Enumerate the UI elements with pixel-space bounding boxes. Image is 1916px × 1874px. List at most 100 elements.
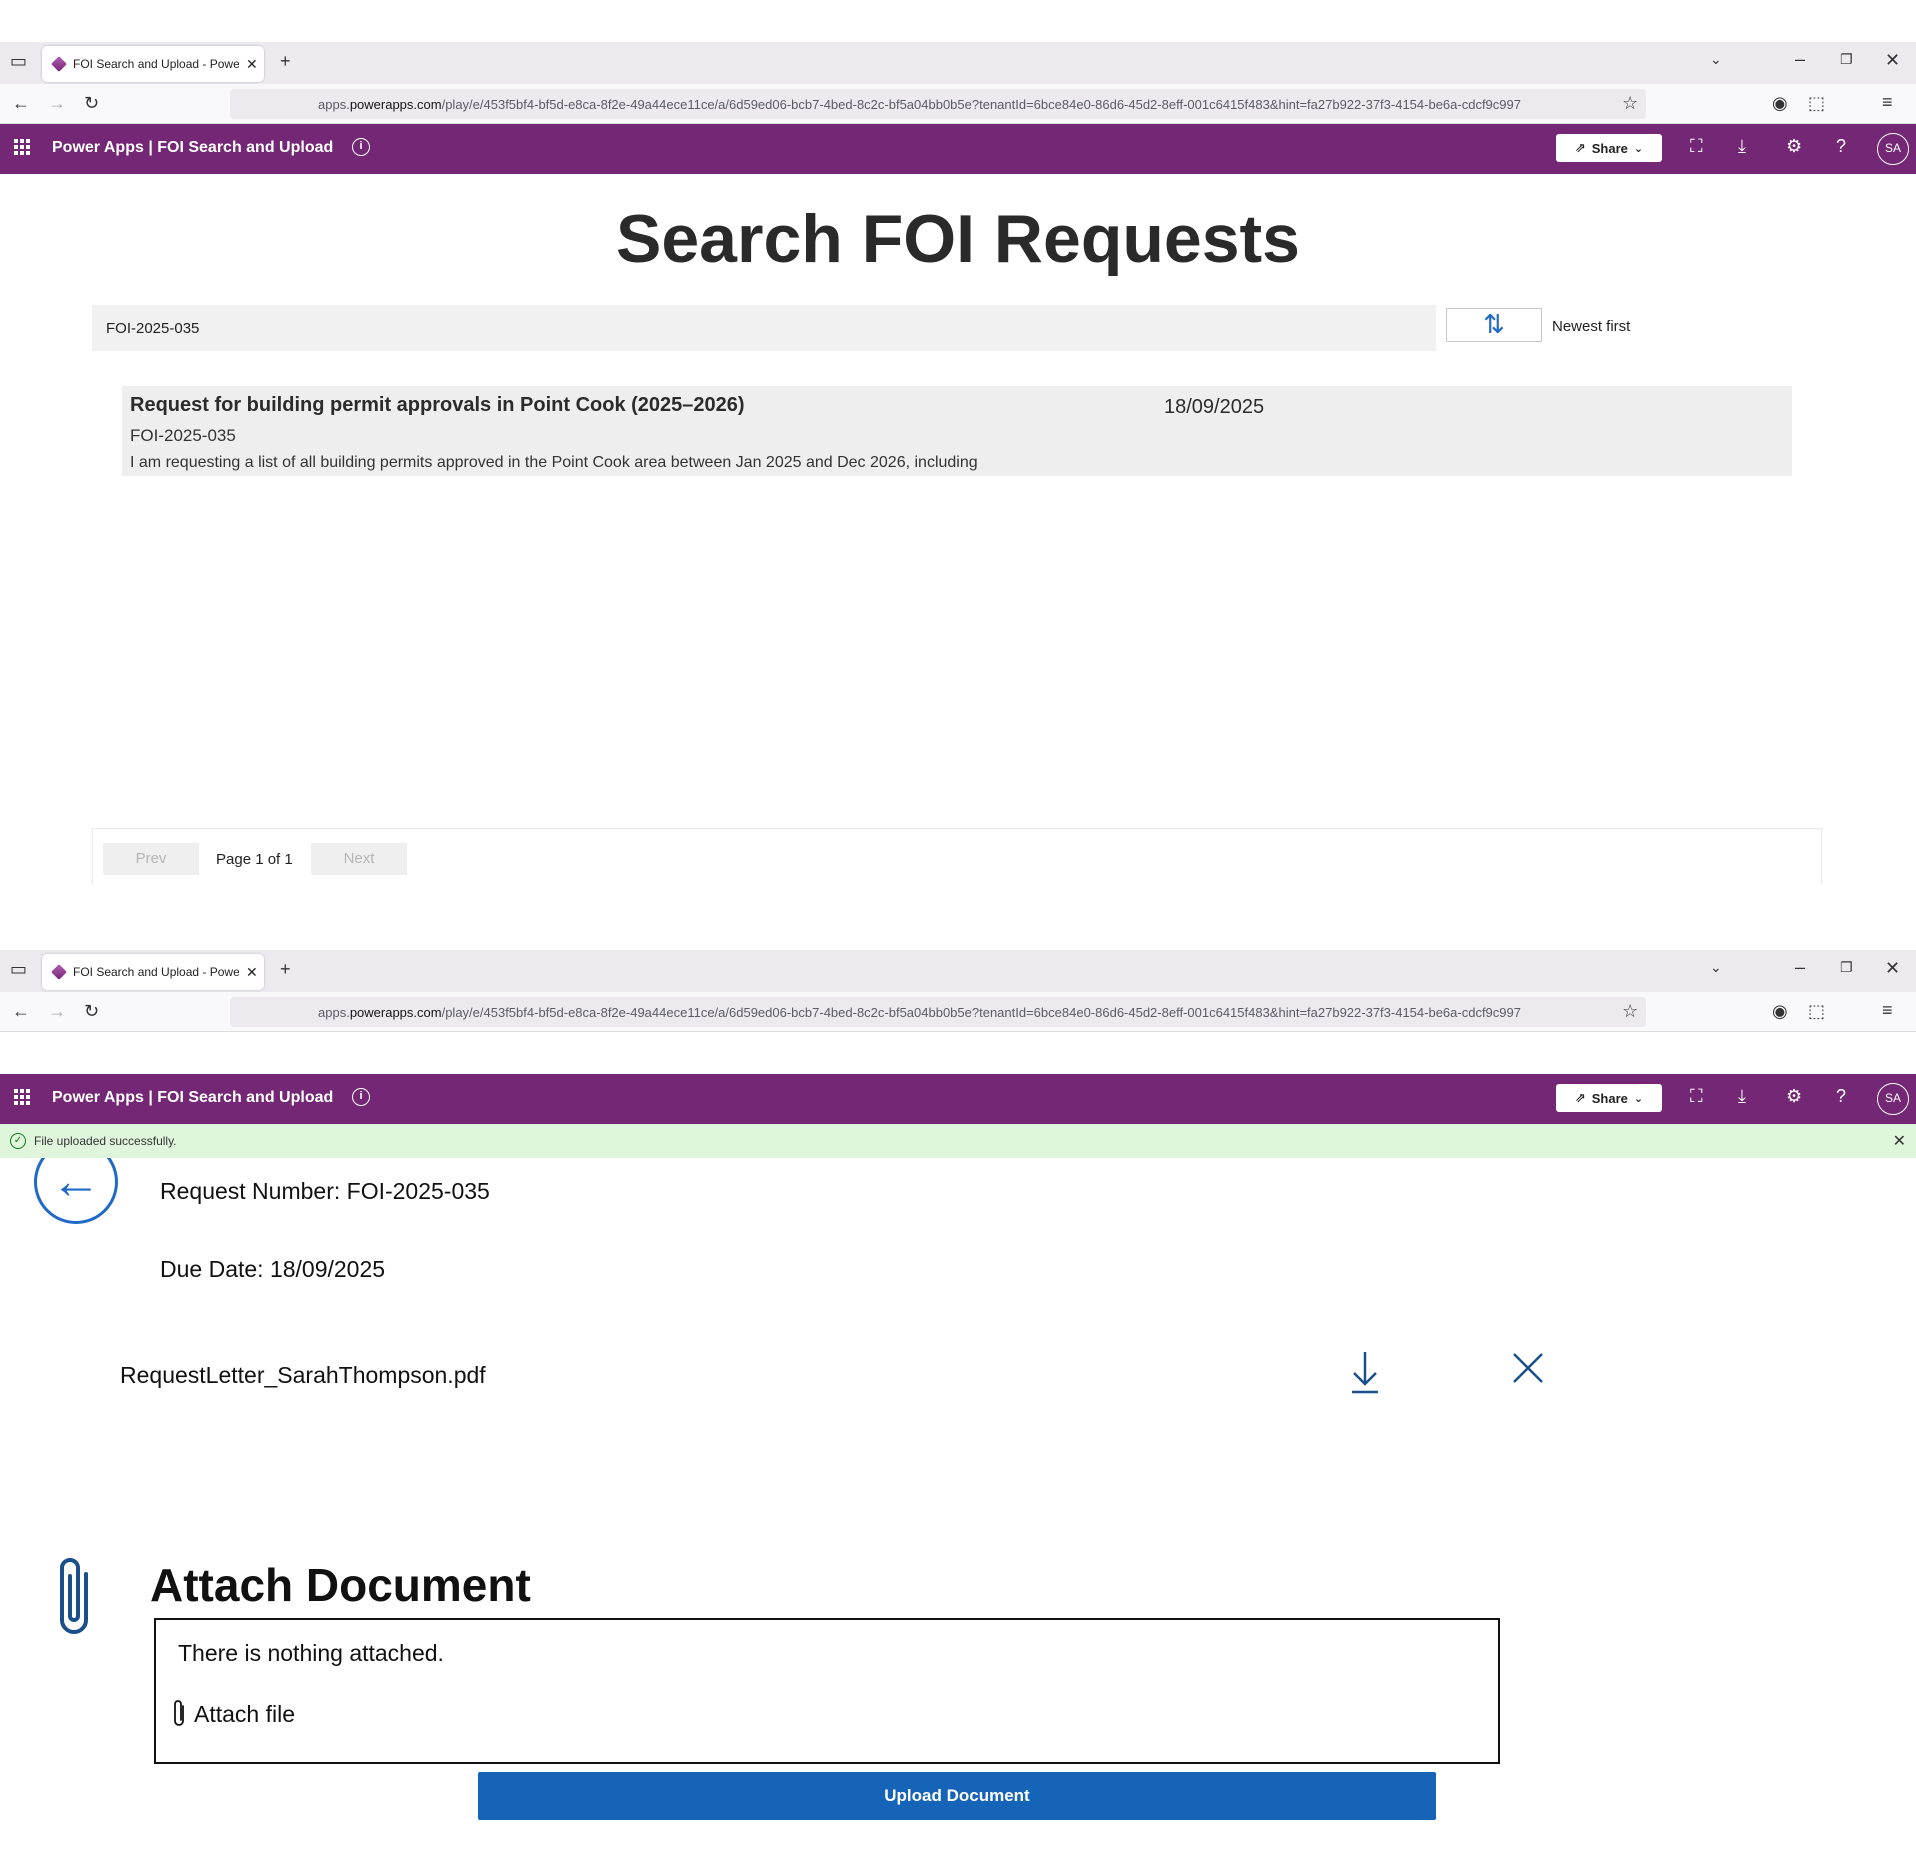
paperclip-icon (60, 1558, 88, 1634)
new-tab-icon[interactable]: + (280, 52, 291, 70)
request-number: Request Number: FOI-2025-035 (160, 1178, 490, 1204)
browser-tab-bar: ▭ FOI Search and Upload - Power ✕ + ⌄ – … (0, 950, 1916, 992)
menu-icon[interactable]: ≡ (1882, 1001, 1893, 1019)
page-indicator: Page 1 of 1 (216, 851, 293, 868)
address-bar[interactable]: apps. powerapps.com/play/e/453f5bf4-bf5d-… (230, 997, 1646, 1027)
browser-nav-bar: ← → ↻ apps. powerapps.com/play/e/453f5bf4… (0, 992, 1916, 1032)
url-host: powerapps.com (349, 96, 442, 112)
powerapps-header: Power Apps | FOI Search and Upload i ⇗ S… (0, 124, 1916, 174)
remove-file-icon[interactable] (1512, 1352, 1544, 1384)
restore-icon[interactable]: ❐ (1840, 52, 1853, 66)
url-prefix: apps. (318, 1004, 350, 1020)
tab-overflow-chevron-icon[interactable]: ⌄ (1710, 960, 1722, 974)
fit-to-window-icon[interactable]: ⛶ (1690, 136, 1703, 157)
checkmark-icon: ✓ (10, 1133, 26, 1149)
result-title: Request for building permit approvals in… (130, 394, 745, 416)
powerapps-favicon-icon (51, 964, 67, 980)
settings-gear-icon[interactable]: ⚙ (1786, 136, 1802, 157)
browser-nav-bar: ← → ↻ apps. powerapps.com/play/e/453f5bf4… (0, 84, 1916, 124)
app-launcher-icon[interactable] (14, 1089, 30, 1105)
file-name: RequestLetter_SarahThompson.pdf (120, 1362, 486, 1388)
download-file-icon[interactable] (1350, 1350, 1380, 1394)
paperclip-icon (174, 1700, 184, 1726)
forward-arrow-icon[interactable]: → (48, 94, 66, 112)
detail-screenshot: ▭ FOI Search and Upload - Power ✕ + ⌄ – … (0, 950, 1916, 1874)
forward-arrow-icon[interactable]: → (48, 1002, 66, 1020)
browser-tab[interactable]: FOI Search and Upload - Power ✕ (42, 954, 264, 990)
sort-toggle-button[interactable]: ⇅ (1446, 308, 1542, 342)
share-label: Share (1591, 1090, 1628, 1106)
pagination: Prev Page 1 of 1 Next (92, 828, 1822, 884)
restore-icon[interactable]: ❐ (1840, 960, 1853, 974)
extensions-icon[interactable]: ⬚ (1808, 1002, 1825, 1020)
tab-list-icon[interactable]: ▭ (10, 52, 27, 70)
attach-file-link[interactable]: Attach file (172, 1700, 295, 1728)
avatar[interactable]: SA (1877, 1083, 1909, 1115)
browser-tab[interactable]: FOI Search and Upload - Power ✕ (42, 46, 264, 82)
app-title: Power Apps | FOI Search and Upload (52, 1089, 334, 1106)
sort-label: Newest first (1552, 318, 1631, 335)
tab-close-icon[interactable]: ✕ (246, 56, 258, 73)
page-title: Search FOI Requests (615, 201, 1301, 277)
new-tab-icon[interactable]: + (280, 960, 291, 978)
back-arrow-icon[interactable]: ← (12, 1002, 30, 1020)
success-toast: ✓ File uploaded successfully. ✕ (0, 1124, 1916, 1158)
extensions-icon[interactable]: ⬚ (1808, 94, 1825, 112)
info-icon[interactable]: i (352, 138, 370, 156)
prev-button[interactable]: Prev (103, 843, 199, 875)
bookmark-star-icon[interactable]: ☆ (1622, 1002, 1638, 1020)
attach-file-label: Attach file (194, 1700, 295, 1727)
download-icon[interactable]: ⤓ (1738, 136, 1746, 157)
account-icon[interactable]: ◉ (1772, 1002, 1788, 1020)
attachments-control: There is nothing attached. Attach file (154, 1618, 1500, 1764)
share-icon: ⇗ (1574, 140, 1586, 155)
attachments-empty-text: There is nothing attached. (178, 1640, 444, 1666)
share-button[interactable]: ⇗ Share ⌄ (1556, 1084, 1662, 1112)
back-arrow-icon: ← (51, 1153, 101, 1209)
search-input[interactable]: FOI-2025-035 (92, 305, 1436, 351)
tab-title: FOI Search and Upload - Power (73, 57, 239, 71)
address-bar[interactable]: apps. powerapps.com/play/e/453f5bf4-bf5d-… (230, 89, 1646, 119)
bookmark-star-icon[interactable]: ☆ (1622, 94, 1638, 112)
chevron-down-icon: ⌄ (1633, 142, 1644, 155)
help-icon[interactable]: ? (1836, 1086, 1846, 1107)
list-item[interactable]: Request for building permit approvals in… (122, 386, 1792, 476)
result-description: I am requesting a list of all building p… (130, 454, 978, 471)
back-arrow-icon[interactable]: ← (12, 94, 30, 112)
due-date: Due Date: 18/09/2025 (160, 1256, 386, 1282)
result-number: FOI-2025-035 (130, 426, 236, 445)
help-icon[interactable]: ? (1836, 136, 1846, 157)
next-button[interactable]: Next (311, 843, 407, 875)
chevron-down-icon: ⌄ (1633, 1092, 1644, 1105)
tab-list-icon[interactable]: ▭ (10, 960, 27, 978)
attach-title: Attach Document (150, 1559, 531, 1611)
info-icon[interactable]: i (352, 1088, 370, 1106)
window-close-icon[interactable]: ✕ (1885, 51, 1900, 69)
settings-gear-icon[interactable]: ⚙ (1786, 1086, 1802, 1107)
tab-close-icon[interactable]: ✕ (246, 964, 258, 981)
tab-overflow-chevron-icon[interactable]: ⌄ (1710, 52, 1722, 66)
download-icon[interactable]: ⤓ (1738, 1086, 1746, 1107)
avatar[interactable]: SA (1877, 133, 1909, 165)
share-button[interactable]: ⇗ Share ⌄ (1556, 134, 1662, 162)
minimize-icon[interactable]: – (1795, 50, 1805, 68)
powerapps-header: Power Apps | FOI Search and Upload i ⇗ S… (0, 1074, 1916, 1124)
search-screenshot: ▭ FOI Search and Upload - Power ✕ + ⌄ – … (0, 0, 1916, 930)
app-launcher-icon[interactable] (14, 139, 30, 155)
browser-tab-bar: ▭ FOI Search and Upload - Power ✕ + ⌄ – … (0, 42, 1916, 84)
tab-title: FOI Search and Upload - Power (73, 965, 239, 979)
upload-document-button[interactable]: Upload Document (478, 1772, 1436, 1820)
dismiss-close-icon[interactable]: ✕ (1893, 1131, 1906, 1151)
fit-to-window-icon[interactable]: ⛶ (1690, 1086, 1703, 1107)
menu-icon[interactable]: ≡ (1882, 93, 1893, 111)
window-close-icon[interactable]: ✕ (1885, 959, 1900, 977)
reload-icon[interactable]: ↻ (84, 94, 99, 112)
minimize-icon[interactable]: – (1795, 958, 1805, 976)
powerapps-favicon-icon (51, 56, 67, 72)
reload-icon[interactable]: ↻ (84, 1002, 99, 1020)
url-host: powerapps.com (349, 1004, 442, 1020)
account-icon[interactable]: ◉ (1772, 94, 1788, 112)
url-prefix: apps. (318, 96, 350, 112)
app-title: Power Apps | FOI Search and Upload (52, 139, 334, 156)
result-date: 18/09/2025 (1164, 396, 1265, 418)
